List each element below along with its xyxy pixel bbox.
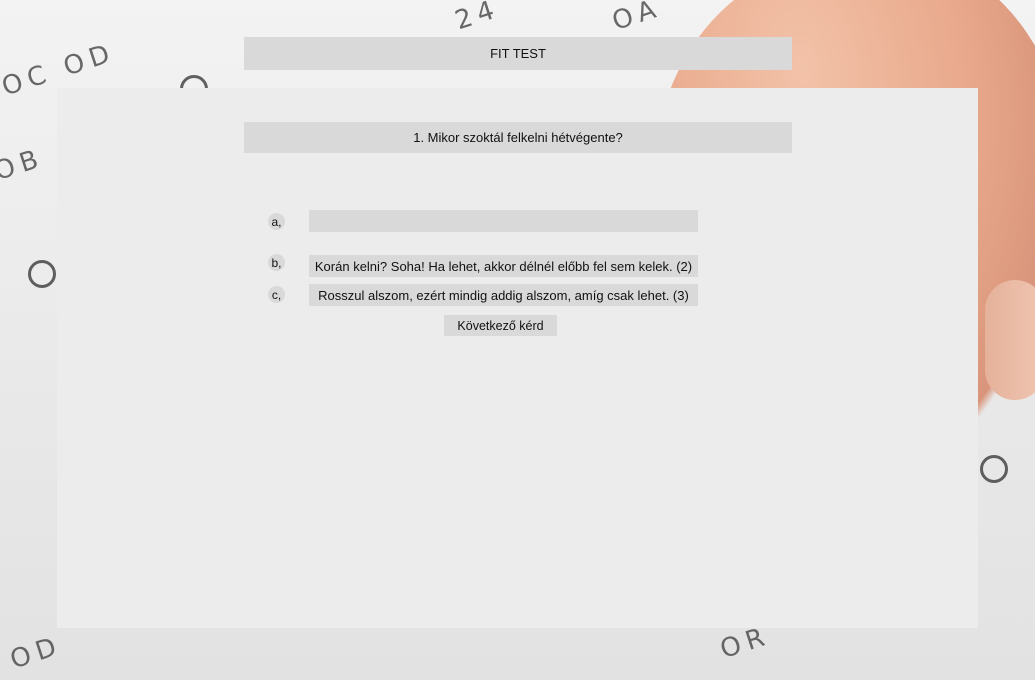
- answer-sheet-mark: OD: [6, 630, 66, 676]
- option-c-letter: c,: [268, 286, 285, 303]
- answer-sheet-mark: OB: [0, 142, 48, 188]
- option-a-letter: a,: [268, 213, 285, 230]
- option-c-button[interactable]: Rosszul alszom, ezért mindig addig alszo…: [309, 284, 698, 306]
- answer-bubble: [980, 455, 1008, 483]
- question-text: 1. Mikor szoktál felkelni hétvégente?: [244, 122, 792, 153]
- page-title: FIT TEST: [244, 37, 792, 70]
- option-a-button[interactable]: [309, 210, 698, 232]
- finger-image: [985, 280, 1035, 400]
- answer-sheet-mark: OA: [608, 0, 666, 37]
- answer-bubble: [28, 260, 56, 288]
- option-b-button[interactable]: Korán kelni? Soha! Ha lehet, akkor délné…: [309, 255, 698, 277]
- next-question-button[interactable]: Következő kérd: [444, 315, 557, 336]
- option-b-letter: b,: [268, 254, 285, 271]
- main-panel: [57, 88, 978, 628]
- answer-sheet-mark: 24: [451, 0, 504, 37]
